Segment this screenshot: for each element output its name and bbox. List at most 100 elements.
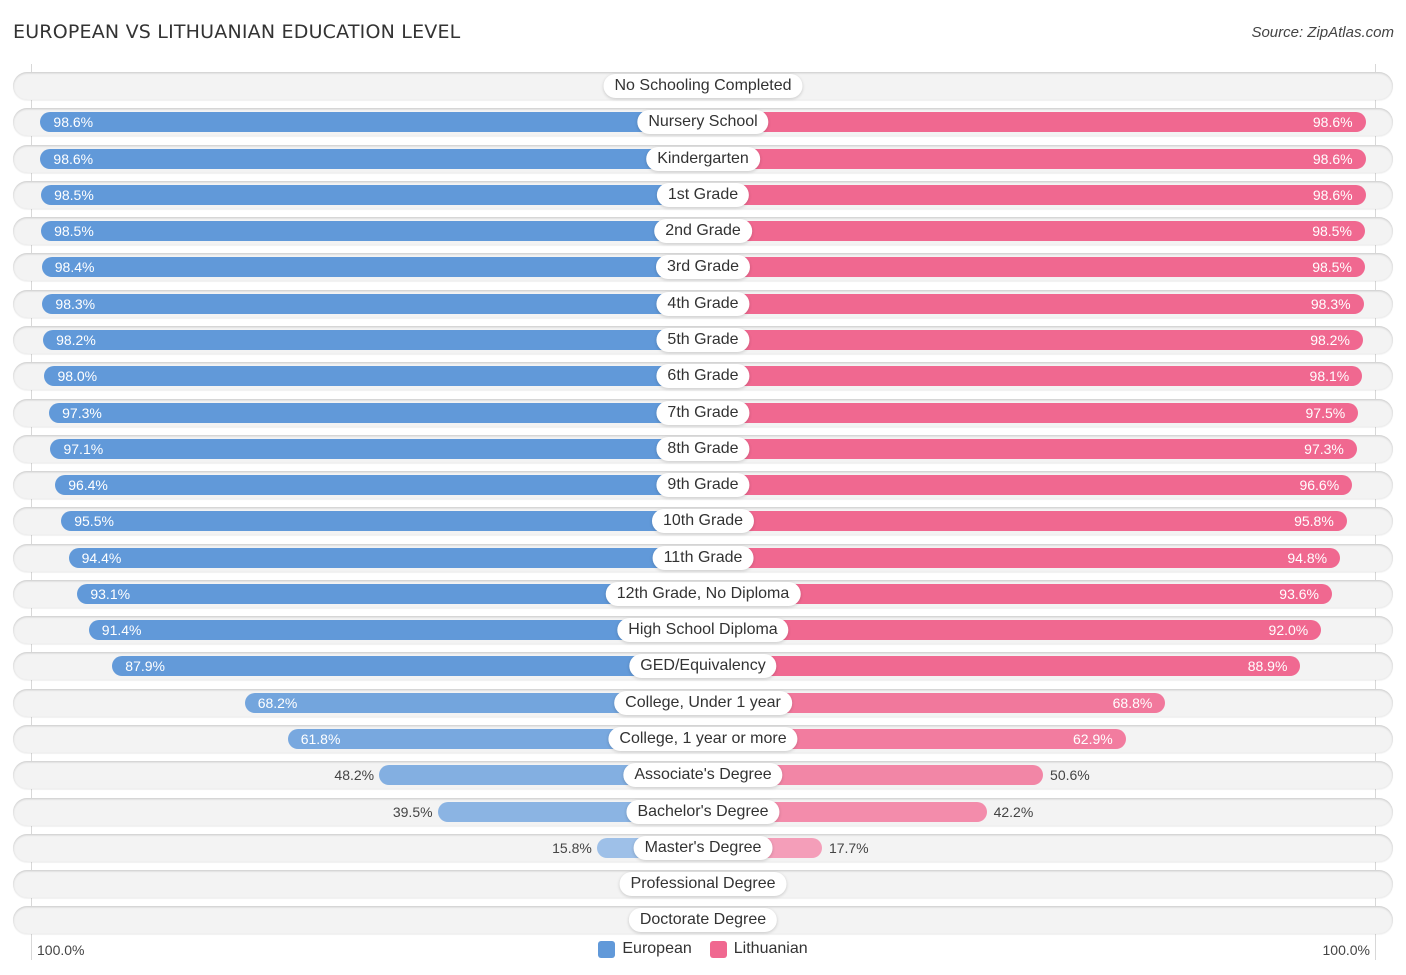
european-bar[interactable]	[112, 656, 703, 677]
european-value-label: 68.2%	[257, 694, 298, 711]
category-label: 12th Grade, No Diploma	[605, 581, 801, 606]
lithuanian-value-label: 98.2%	[1310, 331, 1350, 348]
category-label: High School Diploma	[617, 618, 789, 643]
category-label: GED/Equivalency	[629, 654, 777, 679]
lithuanian-bar[interactable]	[703, 184, 1366, 205]
lithuanian-value-label: 97.5%	[1305, 404, 1346, 421]
european-bar[interactable]	[61, 511, 703, 532]
european-value-label: 98.4%	[54, 259, 95, 276]
category-label: 8th Grade	[656, 436, 750, 461]
lithuanian-value-label: 98.6%	[1312, 150, 1353, 167]
european-bar[interactable]	[40, 112, 703, 133]
lithuanian-value-label: 42.2%	[993, 803, 1034, 820]
european-value-label: 96.4%	[68, 477, 108, 494]
lithuanian-value-label: 94.8%	[1287, 549, 1328, 566]
lithuanian-swatch-icon	[709, 940, 727, 958]
lithuanian-value-label: 98.3%	[1310, 295, 1351, 312]
lithuanian-value-label: 98.6%	[1312, 114, 1353, 131]
category-label: 4th Grade	[656, 291, 750, 316]
category-label: College, 1 year or more	[608, 727, 798, 752]
european-bar[interactable]	[42, 293, 703, 314]
category-label: College, Under 1 year	[614, 690, 792, 715]
lithuanian-bar[interactable]	[703, 620, 1322, 641]
category-label: Kindergarten	[646, 146, 760, 171]
lithuanian-value-label: 50.6%	[1050, 767, 1090, 784]
lithuanian-value-label: 95.8%	[1294, 513, 1334, 530]
european-value-label: 39.5%	[392, 803, 433, 820]
european-value-label: 98.5%	[54, 186, 94, 203]
european-bar[interactable]	[68, 547, 703, 568]
european-bar[interactable]	[55, 475, 703, 496]
lithuanian-bar[interactable]	[703, 475, 1353, 496]
european-swatch-icon	[598, 940, 616, 958]
legend-label-lithuanian: Lithuanian	[733, 940, 808, 957]
european-bar[interactable]	[50, 438, 703, 459]
lithuanian-value-label: 17.7%	[828, 839, 869, 856]
european-bar[interactable]	[88, 620, 703, 641]
category-label: No Schooling Completed	[603, 74, 803, 98]
european-value-label: 93.1%	[90, 585, 131, 602]
legend-item-european[interactable]: European	[598, 940, 692, 958]
lithuanian-bar[interactable]	[703, 257, 1365, 278]
category-label: 9th Grade	[656, 473, 750, 498]
european-value-label: 98.3%	[55, 295, 96, 312]
european-bar[interactable]	[49, 402, 703, 423]
category-label: 11th Grade	[652, 545, 754, 570]
chart-rows: 1.5%1.4%No Schooling Completed98.6%98.6%…	[0, 0, 1406, 975]
european-value-label: 91.4%	[101, 622, 142, 639]
category-label: Doctorate Degree	[628, 908, 778, 933]
european-value-label: 61.8%	[300, 731, 341, 748]
category-label: 5th Grade	[656, 327, 750, 352]
european-value-label: 95.5%	[74, 513, 114, 530]
lithuanian-bar[interactable]	[703, 293, 1364, 314]
european-bar[interactable]	[44, 366, 703, 387]
lithuanian-bar[interactable]	[703, 221, 1365, 242]
lithuanian-value-label: 92.0%	[1268, 622, 1309, 639]
lithuanian-bar[interactable]	[703, 511, 1347, 532]
category-label: Bachelor's Degree	[626, 799, 780, 824]
lithuanian-bar[interactable]	[703, 402, 1359, 423]
category-label: 3rd Grade	[655, 255, 751, 280]
category-label: Master's Degree	[633, 835, 773, 860]
european-value-label: 98.5%	[54, 223, 94, 240]
legend: European Lithuanian	[0, 940, 1406, 958]
lithuanian-bar[interactable]	[703, 148, 1366, 169]
lithuanian-value-label: 88.9%	[1247, 658, 1288, 675]
category-label: 7th Grade	[656, 400, 750, 425]
european-value-label: 97.3%	[62, 404, 102, 421]
category-label: 2nd Grade	[654, 219, 752, 244]
european-bar[interactable]	[40, 148, 703, 169]
european-value-label: 94.4%	[81, 549, 122, 566]
lithuanian-value-label: 96.6%	[1299, 477, 1340, 494]
category-label: 6th Grade	[656, 364, 750, 389]
lithuanian-bar[interactable]	[703, 366, 1363, 387]
category-label: Professional Degree	[619, 872, 787, 897]
lithuanian-bar[interactable]	[703, 656, 1301, 677]
legend-item-lithuanian[interactable]: Lithuanian	[709, 940, 808, 958]
category-label: 1st Grade	[656, 182, 750, 207]
lithuanian-bar[interactable]	[703, 438, 1357, 459]
lithuanian-bar[interactable]	[703, 547, 1341, 568]
lithuanian-value-label: 98.5%	[1312, 223, 1352, 240]
lithuanian-value-label: 98.6%	[1312, 186, 1353, 203]
lithuanian-value-label: 68.8%	[1112, 694, 1153, 711]
legend-label-european: European	[622, 940, 692, 957]
european-bar[interactable]	[41, 184, 703, 205]
lithuanian-value-label: 62.9%	[1073, 731, 1113, 748]
european-value-label: 15.8%	[552, 839, 592, 856]
lithuanian-bar[interactable]	[703, 329, 1363, 350]
european-value-label: 97.1%	[63, 440, 104, 457]
category-label: 10th Grade	[651, 509, 755, 534]
european-bar[interactable]	[41, 221, 703, 242]
lithuanian-bar[interactable]	[703, 112, 1366, 133]
category-label: Associate's Degree	[623, 763, 783, 788]
european-bar[interactable]	[43, 329, 703, 350]
european-value-label: 98.6%	[53, 114, 94, 131]
european-value-label: 98.6%	[53, 150, 94, 167]
european-value-label: 87.9%	[125, 658, 165, 675]
european-bar[interactable]	[41, 257, 703, 278]
lithuanian-value-label: 98.5%	[1312, 259, 1352, 276]
lithuanian-value-label: 98.1%	[1309, 368, 1350, 385]
lithuanian-value-label: 93.6%	[1279, 585, 1319, 602]
lithuanian-value-label: 97.3%	[1304, 440, 1344, 457]
